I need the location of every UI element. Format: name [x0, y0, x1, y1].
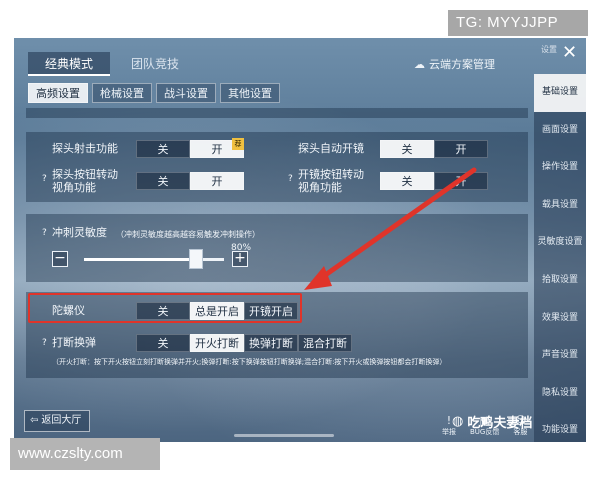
watermark-site: www.czslty.com	[10, 438, 160, 470]
settings-screen: 经典模式 团队竞技 ☁ 云端方案管理 设置 ✕ 高频设置 枪械设置 战斗设置 其…	[14, 38, 586, 442]
brand-watermark: ◍ 吃鸡夫妻档	[452, 412, 532, 431]
back-label: 返回大厅	[41, 415, 82, 426]
brand-text: 吃鸡夫妻档	[467, 416, 533, 431]
brand-icon: ◍	[452, 414, 464, 429]
home-indicator	[234, 434, 334, 437]
watermark-tg: TG: MYYJJPP	[448, 10, 588, 36]
exit-icon: ⇦	[30, 415, 39, 426]
back-to-lobby-button[interactable]: ⇦ 返回大厅	[24, 410, 90, 432]
annotation-arrow	[304, 167, 477, 290]
